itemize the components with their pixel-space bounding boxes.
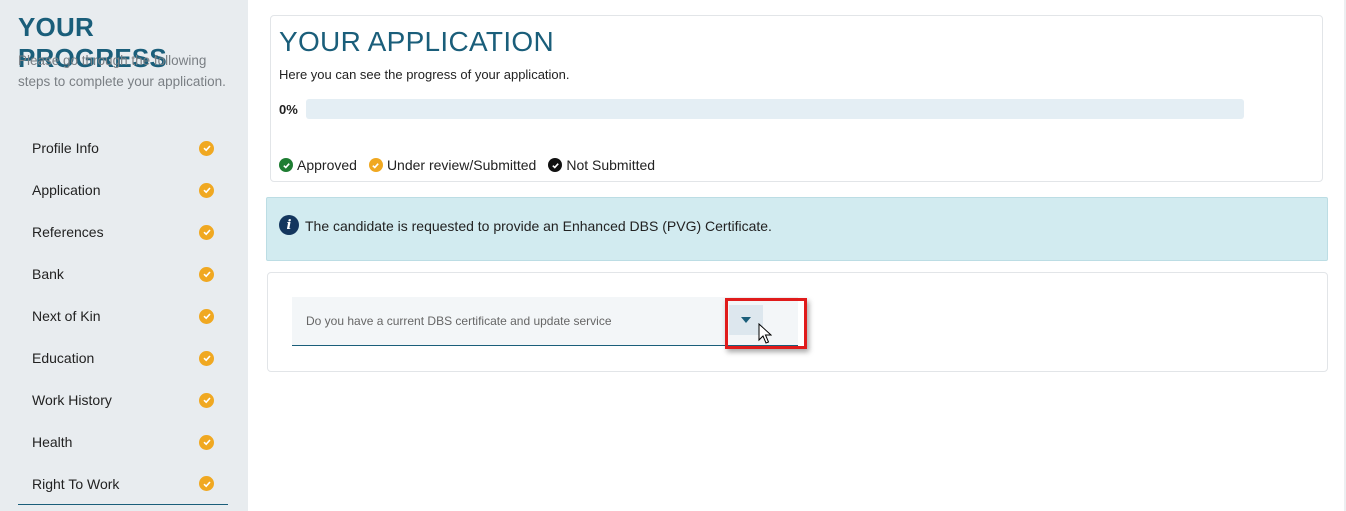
sidebar-item-label: Application [32, 182, 101, 198]
info-icon: i [279, 215, 299, 235]
sidebar-item-label: Work History [32, 392, 112, 408]
sidebar-item-label: Education [32, 350, 95, 366]
status-legend: Approved Under review/Submitted Not Subm… [279, 157, 655, 173]
mouse-cursor-icon [758, 323, 772, 344]
legend-approved: Approved [279, 157, 357, 173]
not-submitted-check-icon [548, 158, 563, 172]
check-circle-icon [199, 224, 214, 240]
dbs-info-alert: i The candidate is requested to provide … [266, 197, 1328, 261]
sidebar-item-label: Right To Work [32, 475, 120, 492]
dbs-certificate-select[interactable]: Do you have a current DBS certificate an… [292, 297, 798, 346]
steps-list: Profile Info Application References Bank… [18, 127, 228, 505]
legend-not-submitted-label: Not Submitted [566, 157, 656, 173]
check-circle-icon [199, 140, 214, 156]
application-subtitle: Here you can see the progress of your ap… [279, 67, 570, 82]
approved-check-icon [279, 158, 293, 172]
sidebar-item-health[interactable]: Health [18, 421, 228, 463]
progress-bar [306, 99, 1244, 119]
sidebar-item-work-history[interactable]: Work History [18, 379, 228, 421]
check-circle-icon [199, 350, 214, 366]
sidebar-item-label: Health [32, 434, 73, 450]
dbs-select-placeholder: Do you have a current DBS certificate an… [306, 314, 612, 328]
sidebar-item-label: Profile Info [32, 140, 99, 156]
check-circle-icon [199, 182, 214, 198]
sidebar-item-label: References [32, 224, 104, 240]
check-circle-icon [199, 434, 214, 450]
progress-percent: 0% [279, 102, 298, 117]
sidebar-intro: Please go through the following steps to… [18, 53, 226, 89]
sidebar-item-application[interactable]: Application [18, 169, 228, 211]
sidebar-item-next-of-kin[interactable]: Next of Kin [18, 295, 228, 337]
under-review-check-icon [368, 158, 383, 172]
legend-not-submitted: Not Submitted [548, 157, 655, 173]
legend-under-review: Under review/Submitted [368, 157, 537, 173]
legend-approved-label: Approved [297, 157, 357, 173]
check-circle-icon [199, 266, 214, 282]
alert-message: The candidate is requested to provide an… [305, 218, 772, 234]
check-circle-icon [199, 392, 214, 408]
check-circle-icon [199, 308, 214, 324]
sidebar-item-label: Bank [32, 266, 64, 282]
sidebar-item-label: Next of Kin [32, 308, 101, 324]
progress-sidebar: YOUR PROGRESS Please go through the foll… [0, 0, 248, 511]
sidebar-item-right-to-work[interactable]: Right To Work [18, 463, 228, 505]
sidebar-item-bank[interactable]: Bank [18, 253, 228, 295]
check-circle-icon [199, 476, 214, 491]
application-card: YOUR APPLICATION Here you can see the pr… [270, 15, 1323, 182]
sidebar-item-education[interactable]: Education [18, 337, 228, 379]
sidebar-item-profile-info[interactable]: Profile Info [18, 127, 228, 169]
page-title: YOUR APPLICATION [279, 26, 555, 57]
legend-under-review-label: Under review/Submitted [386, 157, 537, 173]
sidebar-item-references[interactable]: References [18, 211, 228, 253]
